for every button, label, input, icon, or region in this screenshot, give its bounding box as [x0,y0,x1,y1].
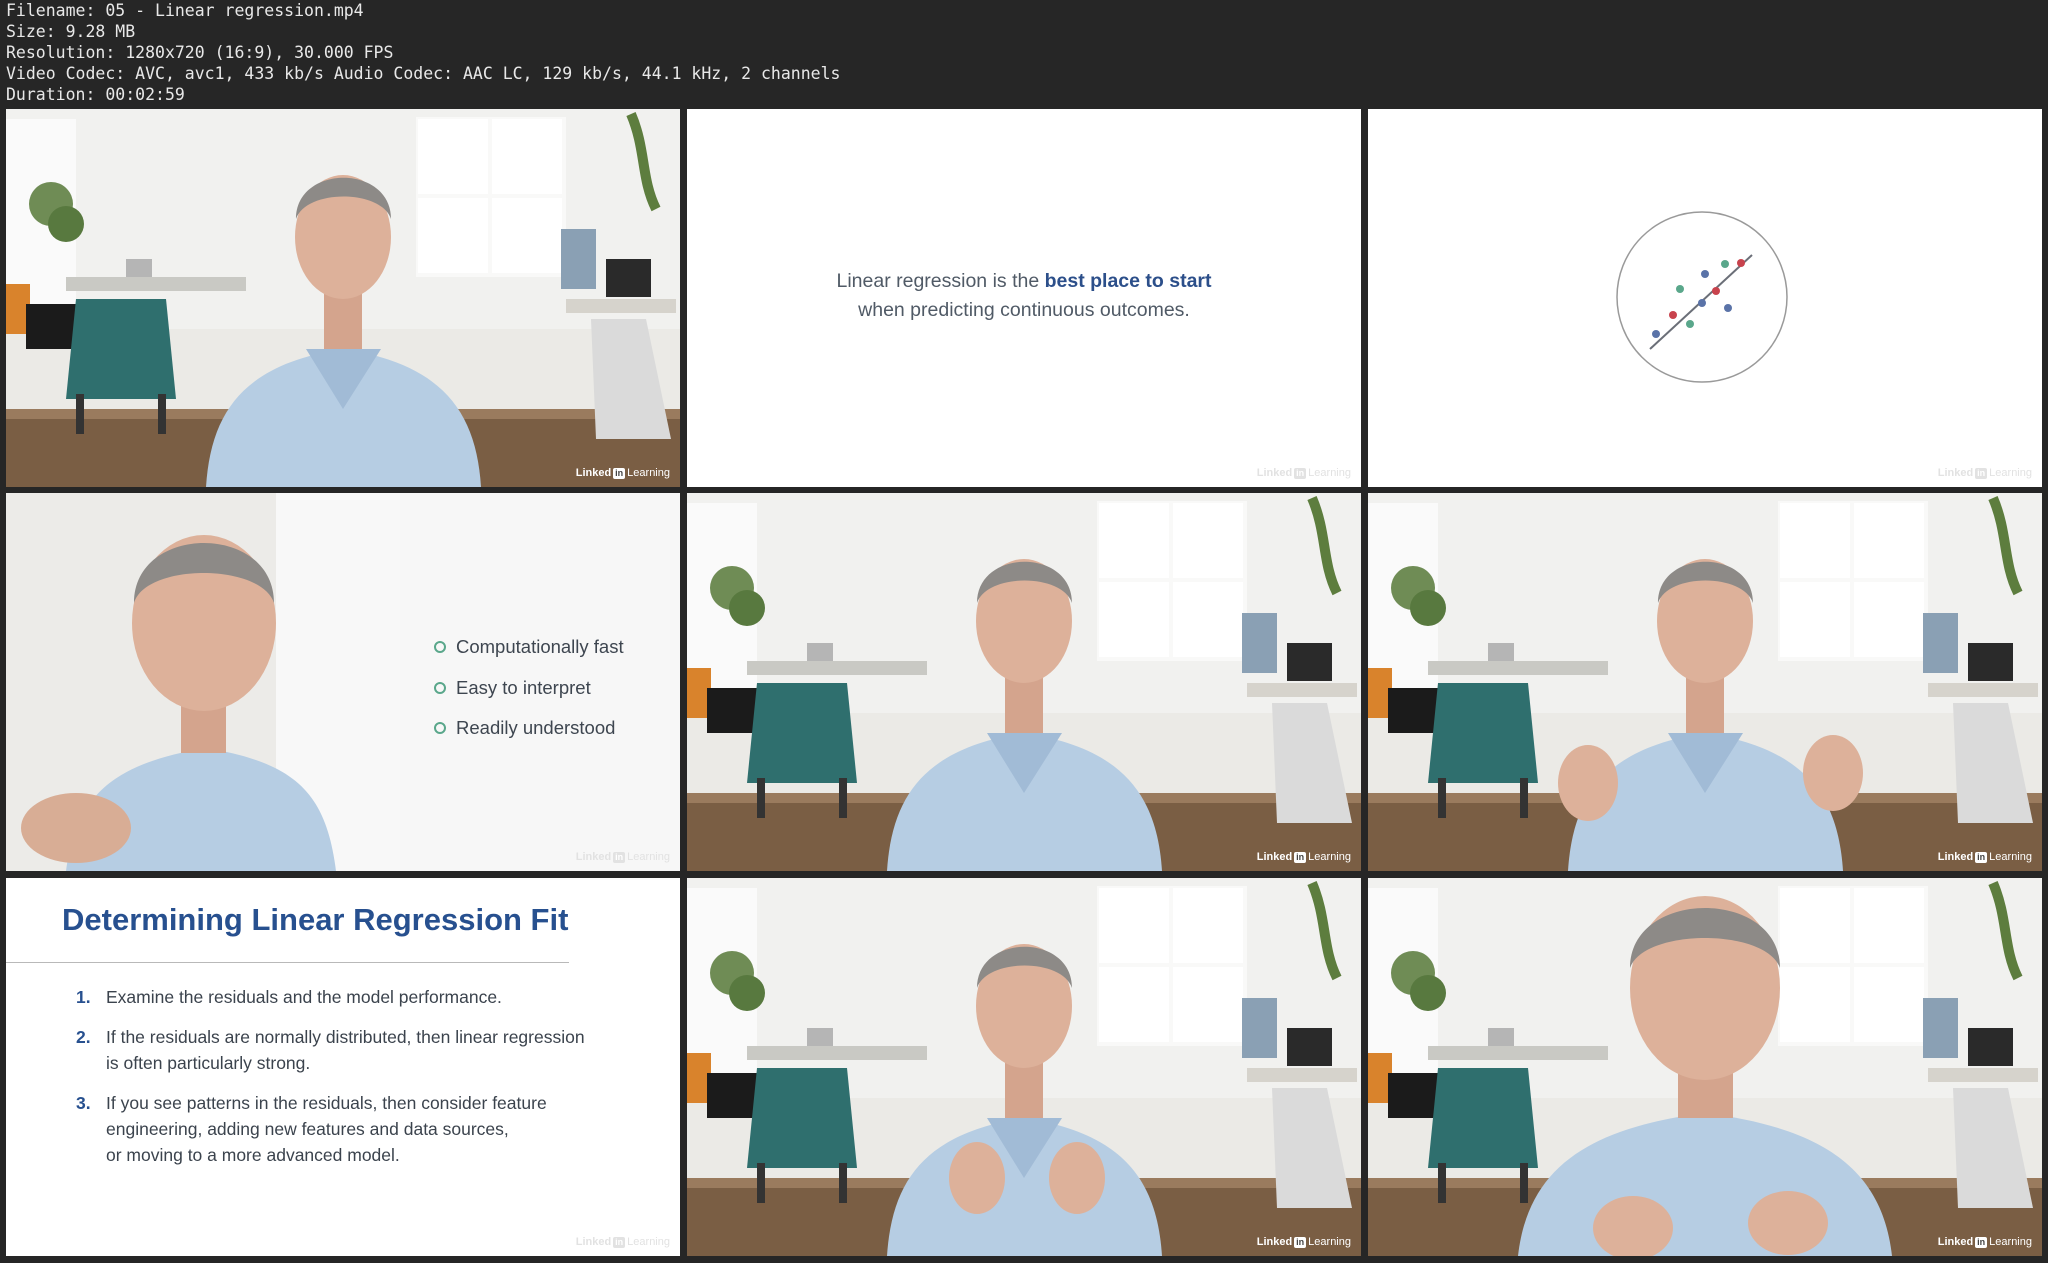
bullet-item: Computationally fast [434,627,624,668]
bullet-item: Easy to interpret [434,668,624,709]
thumbnail-3[interactable]: Linked in Learning [1368,109,2042,487]
linkedin-learning-watermark: Linked in Learning [1256,1236,1351,1248]
file-name: Filename: 05 - Linear regression.mp4 [6,1,364,20]
linkedin-learning-watermark: Linked in Learning [575,467,670,479]
linkedin-learning-watermark: Linked in Learning [1937,851,2032,863]
linkedin-learning-watermark: Linked in Learning [1256,851,1351,863]
thumbnail-9[interactable]: Linked in Learning [1368,878,2042,1256]
bullet-circle-icon [434,681,446,694]
linkedin-learning-watermark: Linked in Learning [1937,467,2032,479]
instructor-frame-image [6,109,680,487]
file-info-header: Filename: 05 - Linear regression.mp4 Siz… [6,0,2036,108]
slide-title: Determining Linear Regression Fit [62,902,569,937]
bullet-circle-icon [434,641,446,654]
thumbnail-5[interactable]: Linked in Learning [687,493,1361,871]
linkedin-learning-watermark: Linked in Learning [575,1236,670,1248]
file-resolution: Resolution: 1280x720 (16:9), 30.000 FPS [6,43,394,62]
instructor-frame-image [1368,493,2042,871]
thumbnail-4[interactable]: Computationally fast Easy to interpret R… [6,493,680,871]
slide-bullets: Computationally fast Easy to interpret R… [434,627,624,749]
bullet-item: Readily understood [434,708,624,749]
instructor-closeup-image [6,493,400,871]
thumbnail-7[interactable]: Determining Linear Regression Fit 1. Exam… [6,878,680,1256]
bullet-circle-icon [434,722,446,735]
title-divider [6,962,569,963]
list-item: 1. Examine the residuals and the model pe… [76,987,502,1007]
linkedin-learning-watermark: Linked in Learning [1937,1236,2032,1248]
linkedin-learning-watermark: Linked in Learning [575,851,670,863]
file-codec: Video Codec: AVC, avc1, 433 kb/s Audio C… [6,64,841,83]
file-duration: Duration: 00:02:59 [6,85,185,104]
file-size: Size: 9.28 MB [6,22,136,41]
thumbnail-2[interactable]: Linear regression is the best place to s… [687,109,1361,487]
instructor-frame-image [687,493,1361,871]
regression-scatter-icon [1616,211,1788,383]
thumbnail-8[interactable]: Linked in Learning [687,878,1361,1256]
slide-quote: Linear regression is the best place to s… [836,270,1212,321]
list-item: 2. If the residuals are normally distribu… [76,1027,585,1073]
instructor-closeup-image [1368,878,2042,1256]
thumbnail-1[interactable]: Linked in Learning [6,109,680,487]
thumbnail-6[interactable]: Linked in Learning [1368,493,2042,871]
slide-numbered-list: 1. Examine the residuals and the model pe… [76,984,636,1182]
instructor-frame-image [687,878,1361,1256]
list-item: 3. If you see patterns in the residuals, … [76,1093,547,1165]
linkedin-learning-watermark: Linked in Learning [1256,467,1351,479]
